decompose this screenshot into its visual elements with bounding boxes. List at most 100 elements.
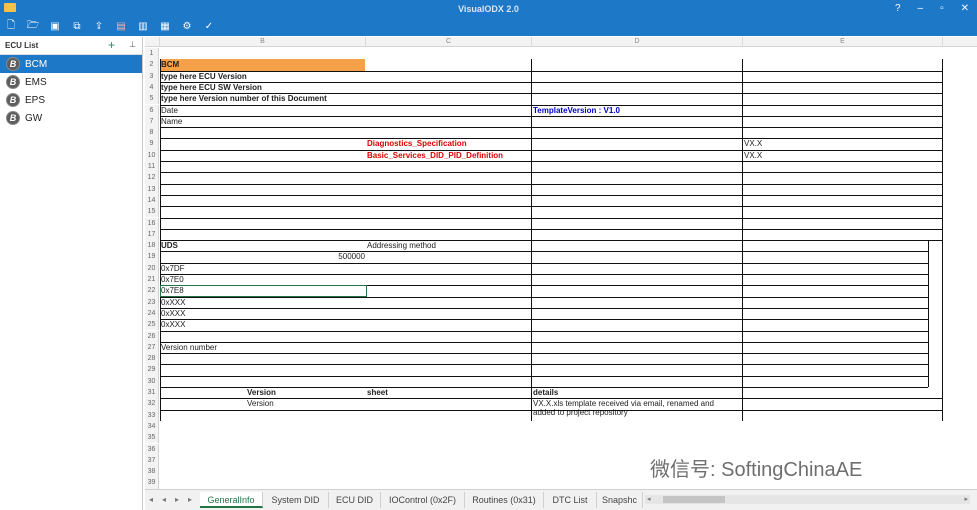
cell-d13[interactable]: [532, 184, 742, 195]
scroll-right-icon[interactable]: ▸: [964, 495, 968, 503]
row-number[interactable]: 29: [145, 364, 159, 376]
cell-b3[interactable]: type here ECU Version: [160, 71, 365, 82]
cell-d4[interactable]: [532, 82, 742, 93]
cell-d19[interactable]: [532, 251, 742, 262]
prev-sheet-icon[interactable]: ◂: [162, 495, 166, 504]
row-number[interactable]: 23: [145, 296, 159, 308]
cell-e9[interactable]: VX.X: [743, 138, 943, 149]
cell-c3[interactable]: [366, 71, 531, 82]
cell-d25[interactable]: [532, 319, 742, 330]
cell-b2[interactable]: BCM: [160, 59, 365, 71]
cell-b6[interactable]: Date: [160, 105, 365, 116]
cell-d3[interactable]: [532, 71, 742, 82]
row-number[interactable]: 11: [145, 161, 159, 173]
cell-e1[interactable]: [743, 48, 943, 59]
cell-b10[interactable]: [160, 150, 365, 161]
cell-c15[interactable]: [366, 206, 531, 217]
cell-c21[interactable]: [366, 274, 531, 285]
cell-e22[interactable]: [743, 285, 943, 296]
cell-c28[interactable]: [366, 353, 531, 364]
cell-c13[interactable]: [366, 184, 531, 195]
cell-d23[interactable]: [532, 297, 742, 308]
row-number[interactable]: 20: [145, 262, 159, 274]
row-number[interactable]: 13: [145, 183, 159, 195]
cell-b12[interactable]: [160, 172, 365, 183]
cell-b18[interactable]: UDS: [160, 240, 365, 251]
cell-c24[interactable]: [366, 308, 531, 319]
row-number[interactable]: 7: [145, 115, 159, 128]
row-number[interactable]: 5: [145, 93, 159, 105]
cell-e7[interactable]: [743, 116, 943, 127]
minimize-icon[interactable]: –: [918, 3, 924, 14]
cell-c27[interactable]: [366, 342, 531, 353]
cell-d27[interactable]: [532, 342, 742, 353]
cell-e10[interactable]: VX.X: [743, 150, 943, 161]
cell-b27[interactable]: Version number: [160, 342, 365, 353]
add-ecu-icon[interactable]: +: [108, 38, 115, 52]
cell-c25[interactable]: [366, 319, 531, 330]
cell-d9[interactable]: [532, 138, 742, 149]
cell-d30[interactable]: [532, 376, 742, 387]
cell-c35[interactable]: [366, 432, 531, 443]
cell-c31[interactable]: sheet: [366, 387, 531, 398]
cell-c39[interactable]: [366, 477, 531, 488]
cell-e30[interactable]: [743, 376, 943, 387]
chart-icon[interactable]: ▦: [158, 20, 172, 32]
cell-d2[interactable]: [532, 59, 742, 70]
row-number[interactable]: 24: [145, 307, 159, 320]
row-number[interactable]: 25: [145, 319, 159, 331]
cell-b35[interactable]: [160, 432, 365, 443]
cell-e11[interactable]: [743, 161, 943, 172]
row-number[interactable]: 6: [145, 104, 159, 116]
cell-e35[interactable]: [743, 432, 943, 443]
cell-c4[interactable]: [366, 82, 531, 93]
cell-e31[interactable]: [743, 387, 943, 398]
cell-c36[interactable]: [366, 444, 531, 455]
cell-b20[interactable]: 0x7DF: [160, 263, 365, 274]
cell-b26[interactable]: [160, 331, 365, 342]
cell-e8[interactable]: [743, 127, 943, 138]
row-number[interactable]: 3: [145, 70, 159, 82]
horizontal-scrollbar[interactable]: ◂ ▸: [645, 495, 970, 504]
row-number[interactable]: 14: [145, 194, 159, 207]
row-number[interactable]: 28: [145, 353, 159, 365]
export-icon[interactable]: ⇪: [92, 20, 106, 32]
row-number[interactable]: 33: [145, 409, 159, 421]
column-header-b[interactable]: B: [160, 37, 366, 47]
row-number[interactable]: 27: [145, 341, 159, 354]
cell-e26[interactable]: [743, 331, 943, 342]
open-folder-icon[interactable]: 🗁: [26, 20, 40, 32]
cell-c26[interactable]: [366, 331, 531, 342]
help-icon[interactable]: ?: [895, 3, 901, 14]
ecu-item-gw[interactable]: B GW: [0, 109, 142, 127]
cell-c7[interactable]: [366, 116, 531, 127]
scrollbar-thumb[interactable]: [663, 496, 725, 503]
cell-b21[interactable]: 0x7E0: [160, 274, 365, 285]
tab-system-did[interactable]: System DID: [263, 492, 329, 508]
cell-b13[interactable]: [160, 184, 365, 195]
column-header-e[interactable]: E: [743, 37, 943, 47]
cell-b16[interactable]: [160, 218, 365, 229]
cell-c22[interactable]: [366, 285, 531, 296]
ecu-item-ems[interactable]: B EMS: [0, 73, 142, 91]
cell-c11[interactable]: [366, 161, 531, 172]
cell-d33[interactable]: [532, 410, 742, 421]
cell-b33[interactable]: [160, 410, 365, 421]
pin-icon[interactable]: ⊥: [129, 40, 136, 49]
cell-b15[interactable]: [160, 206, 365, 217]
ecu-item-bcm[interactable]: B BCM: [0, 55, 142, 73]
cell-d15[interactable]: [532, 206, 742, 217]
corner-header[interactable]: [145, 37, 160, 47]
row-number[interactable]: 35: [145, 432, 159, 444]
cell-c37[interactable]: [366, 455, 531, 466]
cell-c20[interactable]: [366, 263, 531, 274]
tab-iocontrol[interactable]: IOControl (0x2F): [381, 492, 465, 508]
cell-e15[interactable]: [743, 206, 943, 217]
cell-c19[interactable]: [366, 251, 531, 262]
cell-c16[interactable]: [366, 218, 531, 229]
cell-e18[interactable]: [743, 240, 943, 251]
report-icon[interactable]: ▥: [136, 20, 150, 32]
next-sheet-icon[interactable]: ▸: [175, 495, 179, 504]
cell-d1[interactable]: [532, 48, 742, 59]
cell-d17[interactable]: [532, 229, 742, 240]
